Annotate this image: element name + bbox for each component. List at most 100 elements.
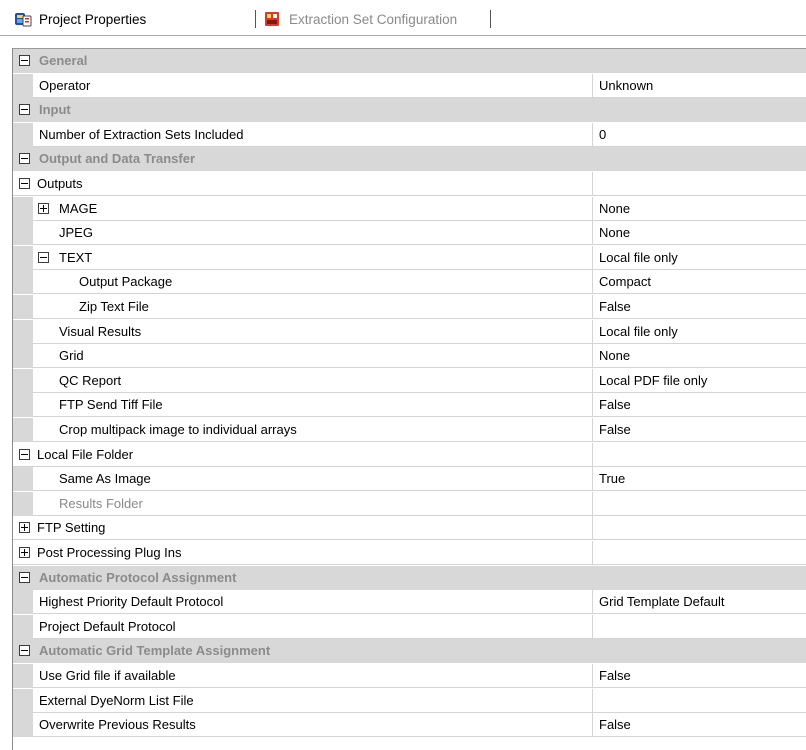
column-divider[interactable]	[592, 368, 593, 393]
property-row[interactable]: FTP Send Tiff File False	[13, 393, 806, 418]
column-divider[interactable]	[592, 221, 593, 246]
property-label: Project Default Protocol	[39, 618, 176, 634]
category-row[interactable]: Input	[13, 98, 806, 123]
property-row[interactable]: Number of Extraction Sets Included 0	[13, 122, 806, 147]
collapse-icon[interactable]	[38, 251, 49, 263]
property-row[interactable]: Use Grid file if available False	[13, 664, 806, 688]
extraction-set-icon	[264, 11, 282, 27]
property-label: Visual Results	[59, 323, 142, 339]
property-label: JPEG	[59, 225, 93, 241]
property-value[interactable]: False	[599, 664, 631, 688]
property-row[interactable]: JPEG None	[13, 221, 806, 246]
property-row[interactable]: Operator Unknown	[13, 73, 806, 98]
property-label: External DyeNorm List File	[39, 692, 194, 708]
category-row[interactable]: Output and Data Transfer	[13, 147, 806, 172]
column-divider[interactable]	[592, 664, 593, 688]
property-value[interactable]: False	[599, 393, 631, 417]
column-divider[interactable]	[592, 393, 593, 418]
tab-project-properties[interactable]: Project Properties	[14, 9, 146, 29]
property-value[interactable]: False	[599, 713, 631, 737]
property-label: Zip Text File	[79, 299, 149, 314]
column-divider[interactable]	[592, 713, 593, 738]
property-label: FTP Send Tiff File	[59, 397, 163, 413]
property-value[interactable]: Grid Template Default	[599, 590, 725, 614]
property-value[interactable]: 0	[599, 123, 606, 147]
column-divider[interactable]	[592, 541, 593, 565]
property-row[interactable]: Output Package Compact	[13, 270, 806, 295]
property-label: Overwrite Previous Results	[39, 717, 196, 733]
column-divider[interactable]	[592, 516, 593, 541]
property-label: Automatic Grid Template Assignment	[39, 643, 271, 659]
tab-separator	[255, 10, 256, 28]
column-divider[interactable]	[592, 73, 593, 98]
column-divider[interactable]	[592, 122, 593, 147]
column-divider[interactable]	[592, 319, 593, 344]
property-value[interactable]: None	[599, 344, 630, 368]
property-group-row[interactable]: Outputs	[13, 172, 806, 196]
column-divider[interactable]	[592, 245, 593, 270]
column-divider[interactable]	[592, 418, 593, 442]
property-row[interactable]: Overwrite Previous Results False	[13, 713, 806, 738]
column-divider[interactable]	[592, 295, 593, 319]
tab-strip: Project Properties Extraction Set Config…	[0, 0, 806, 36]
property-group-row[interactable]: Local File Folder	[13, 442, 806, 467]
collapse-icon[interactable]	[19, 645, 30, 657]
property-value[interactable]: Unknown	[599, 74, 653, 98]
column-divider[interactable]	[592, 614, 593, 639]
tab-separator	[490, 10, 491, 28]
property-row[interactable]: Crop multipack image to individual array…	[13, 418, 806, 442]
column-divider[interactable]	[592, 270, 593, 295]
property-label: Outputs	[37, 176, 83, 191]
property-label: Grid	[59, 348, 84, 364]
property-row[interactable]: Highest Priority Default Protocol Grid Te…	[13, 590, 806, 615]
collapse-icon[interactable]	[19, 104, 30, 116]
property-label: General	[39, 53, 88, 68]
property-row[interactable]: Results Folder	[13, 491, 806, 516]
property-value[interactable]: None	[599, 197, 630, 221]
tab-label: Project Properties	[39, 11, 147, 27]
property-row[interactable]: MAGE None	[13, 196, 806, 221]
property-value[interactable]: Local file only	[599, 246, 678, 270]
property-value[interactable]: None	[599, 221, 630, 245]
column-divider[interactable]	[592, 590, 593, 615]
property-row[interactable]: Same As Image True	[13, 467, 806, 492]
column-divider[interactable]	[592, 442, 593, 467]
property-value[interactable]: Local file only	[599, 320, 678, 344]
property-grid[interactable]: General Operator Unknown Input Number of Ext…	[12, 48, 806, 750]
property-group-row[interactable]: FTP Setting	[13, 516, 806, 541]
collapse-icon[interactable]	[19, 153, 30, 165]
property-row[interactable]: Grid None	[13, 344, 806, 369]
property-value[interactable]: Compact	[599, 270, 651, 294]
category-row[interactable]: Automatic Protocol Assignment	[13, 565, 806, 590]
category-row[interactable]: General	[13, 49, 806, 73]
property-row[interactable]: QC Report Local PDF file only	[13, 368, 806, 393]
expand-icon[interactable]	[19, 547, 30, 558]
column-divider[interactable]	[592, 467, 593, 492]
column-divider[interactable]	[592, 491, 593, 516]
property-value[interactable]: True	[599, 467, 625, 491]
property-row[interactable]: Zip Text File False	[13, 295, 806, 319]
property-label: Number of Extraction Sets Included	[39, 126, 244, 142]
property-value[interactable]: Local PDF file only	[599, 369, 707, 393]
property-label: Output and Data Transfer	[39, 151, 196, 167]
property-label: Operator	[39, 77, 91, 93]
property-row[interactable]: Visual Results Local file only	[13, 319, 806, 344]
category-row[interactable]: Automatic Grid Template Assignment	[13, 639, 806, 664]
property-row[interactable]: External DyeNorm List File	[13, 688, 806, 713]
column-divider[interactable]	[592, 344, 593, 369]
property-row[interactable]: TEXT Local file only	[13, 245, 806, 270]
column-divider[interactable]	[592, 172, 593, 196]
collapse-icon[interactable]	[19, 571, 30, 583]
tab-extraction-set-configuration[interactable]: Extraction Set Configuration	[264, 9, 457, 29]
column-divider[interactable]	[592, 688, 593, 713]
expand-icon[interactable]	[38, 202, 49, 214]
expand-icon[interactable]	[19, 522, 30, 534]
collapse-icon[interactable]	[19, 448, 30, 460]
collapse-icon[interactable]	[19, 55, 30, 66]
property-row[interactable]: Project Default Protocol	[13, 614, 806, 639]
property-value[interactable]: False	[599, 295, 631, 319]
column-divider[interactable]	[592, 196, 593, 221]
property-group-row[interactable]: Post Processing Plug Ins	[13, 541, 806, 565]
property-value[interactable]: False	[599, 418, 631, 442]
collapse-icon[interactable]	[19, 178, 30, 189]
